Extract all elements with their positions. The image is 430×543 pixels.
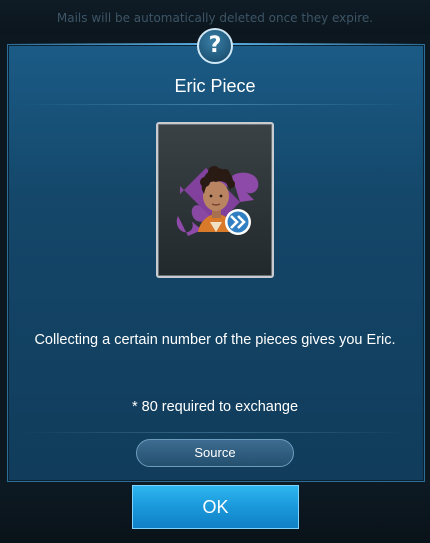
source-button[interactable]: Source: [136, 439, 294, 467]
dialog-title: Eric Piece: [174, 76, 256, 96]
button-divider: [20, 432, 410, 433]
ok-button[interactable]: OK: [132, 485, 299, 529]
double-chevron-right-icon: [225, 209, 251, 235]
item-card: [156, 122, 274, 278]
question-mark-icon: ?: [197, 28, 233, 64]
item-description: Collecting a certain number of the piece…: [34, 332, 396, 348]
exchange-requirement: * 80 required to exchange: [131, 399, 299, 415]
title-divider: [20, 104, 410, 105]
